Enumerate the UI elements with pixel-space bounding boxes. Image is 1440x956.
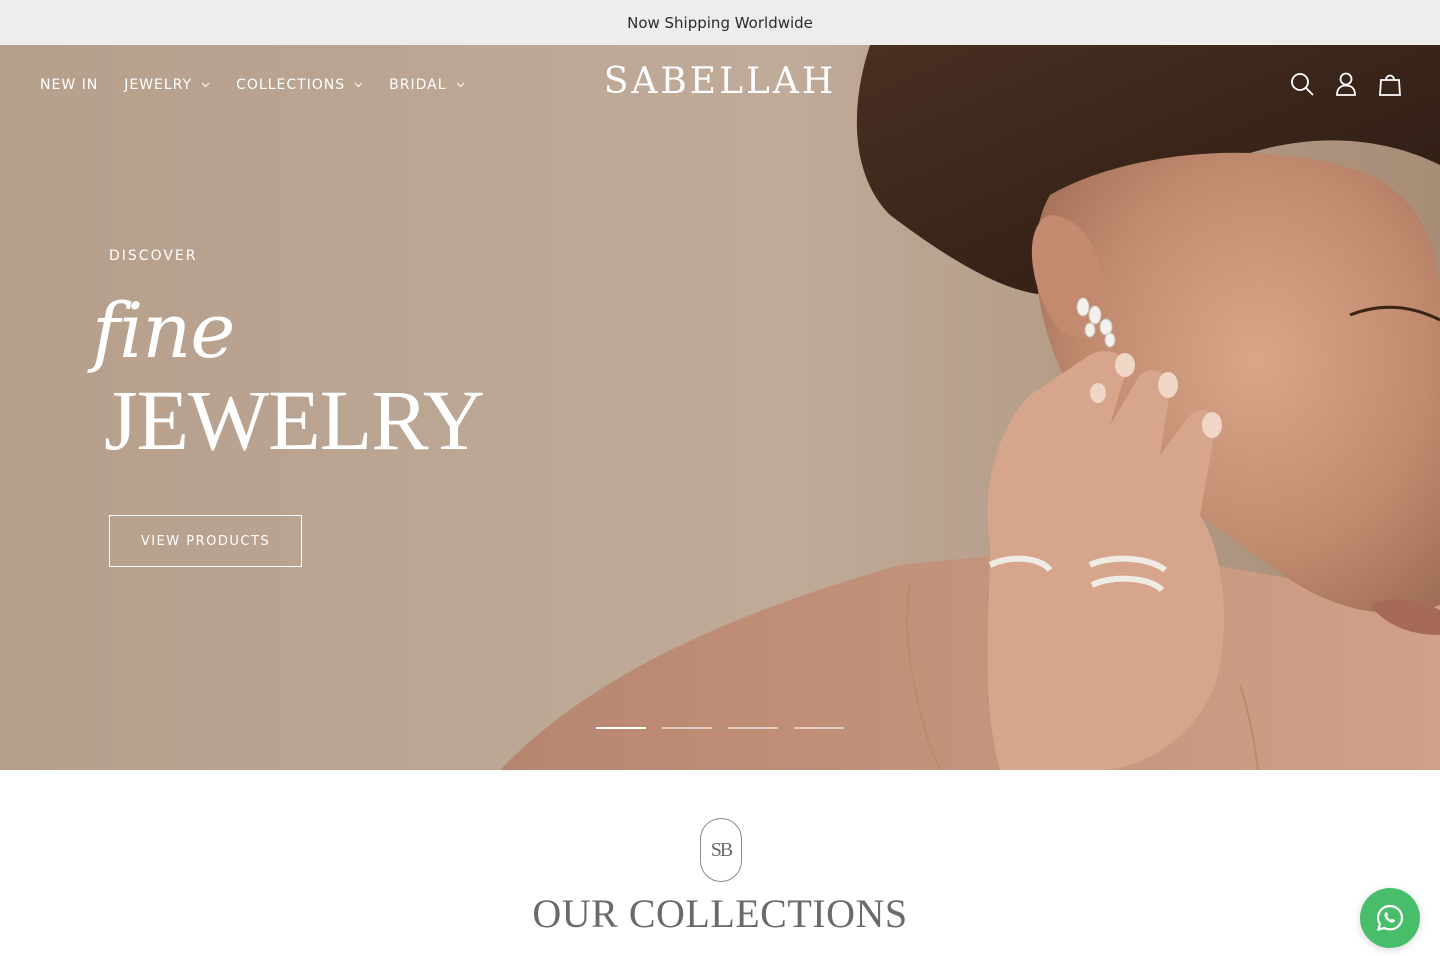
cta-label: VIEW PRODUCTS bbox=[140, 533, 271, 549]
cart-icon bbox=[1379, 74, 1401, 96]
hero-banner: NEW IN JEWELRY COLLECTIONS BRIDAL SABELL… bbox=[0, 45, 1440, 770]
nav-label: JEWELRY bbox=[124, 77, 193, 93]
collections-heading: OUR COLLECTIONS bbox=[532, 891, 908, 936]
search-button[interactable] bbox=[1290, 71, 1314, 97]
nav-bridal[interactable]: BRIDAL bbox=[389, 75, 464, 95]
nav-jewelry[interactable]: JEWELRY bbox=[124, 75, 210, 95]
whatsapp-icon bbox=[1376, 904, 1404, 932]
slider-pagination bbox=[596, 727, 844, 729]
nav-label: NEW IN bbox=[40, 77, 99, 93]
view-products-button[interactable]: VIEW PRODUCTS bbox=[109, 515, 302, 567]
hero-eyebrow: DISCOVER bbox=[109, 248, 198, 264]
search-icon bbox=[1291, 73, 1314, 96]
nav-collections[interactable]: COLLECTIONS bbox=[236, 75, 363, 95]
header-icons bbox=[1290, 71, 1402, 97]
announcement-text: Now Shipping Worldwide bbox=[627, 13, 813, 32]
chevron-down-icon bbox=[354, 82, 363, 88]
slide-indicator-2[interactable] bbox=[662, 727, 712, 729]
monogram-logo: SB bbox=[700, 818, 742, 882]
account-icon bbox=[1336, 72, 1356, 96]
hero-title-main: JEWELRY bbox=[104, 372, 485, 468]
slide-indicator-1[interactable] bbox=[596, 727, 646, 729]
slide-indicator-4[interactable] bbox=[794, 727, 844, 729]
hero-title-script: fine bbox=[92, 286, 235, 375]
whatsapp-chat-button[interactable] bbox=[1360, 888, 1420, 948]
nav-label: COLLECTIONS bbox=[236, 77, 346, 93]
announcement-bar: Now Shipping Worldwide bbox=[0, 0, 1440, 45]
nav-new-in[interactable]: NEW IN bbox=[40, 75, 98, 95]
brand-logo[interactable]: SABELLAH bbox=[604, 61, 837, 102]
account-button[interactable] bbox=[1334, 71, 1358, 97]
chevron-down-icon bbox=[201, 82, 210, 88]
chevron-down-icon bbox=[456, 82, 464, 88]
slide-indicator-3[interactable] bbox=[728, 727, 778, 729]
nav-label: BRIDAL bbox=[389, 77, 447, 93]
monogram-text: SB bbox=[710, 838, 734, 861]
cart-button[interactable] bbox=[1378, 71, 1402, 97]
main-nav: NEW IN JEWELRY COLLECTIONS BRIDAL bbox=[40, 75, 491, 95]
